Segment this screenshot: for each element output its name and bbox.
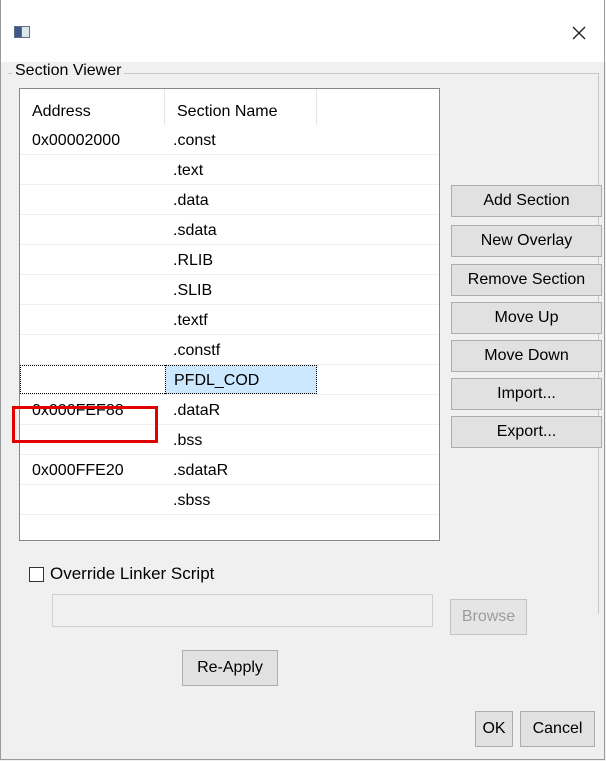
section-name-cell: .sdataR bbox=[173, 462, 229, 479]
empty-cell bbox=[317, 365, 439, 394]
address-cell: 0x000FFE20 bbox=[32, 462, 124, 479]
table-row[interactable]: .text bbox=[20, 155, 439, 185]
ok-button[interactable]: OK bbox=[475, 711, 513, 747]
column-header-address[interactable]: Address bbox=[20, 89, 165, 125]
empty-cell bbox=[317, 275, 439, 304]
table-row[interactable]: 0x00002000 .const bbox=[20, 125, 439, 155]
empty-cell bbox=[317, 425, 439, 454]
export-button[interactable]: Export... bbox=[451, 416, 602, 448]
table-row[interactable]: 0x000FEF88 .dataR bbox=[20, 395, 439, 425]
address-cell bbox=[20, 425, 165, 454]
new-overlay-button[interactable]: New Overlay bbox=[451, 225, 602, 257]
table-row[interactable]: .sbss bbox=[20, 485, 439, 515]
section-name-cell: .constf bbox=[173, 342, 221, 359]
table-row[interactable]: .RLIB bbox=[20, 245, 439, 275]
override-linker-script-option[interactable]: Override Linker Script bbox=[29, 563, 214, 585]
section-name-cell: .dataR bbox=[173, 402, 221, 419]
section-name-cell: .const bbox=[173, 132, 216, 149]
section-name-cell: PFDL_COD bbox=[165, 365, 317, 394]
column-header-empty[interactable] bbox=[317, 89, 439, 125]
empty-cell bbox=[317, 455, 439, 484]
table-row[interactable]: .SLIB bbox=[20, 275, 439, 305]
address-cell bbox=[20, 485, 165, 514]
import-button[interactable]: Import... bbox=[451, 378, 602, 410]
list-header: Address Section Name bbox=[20, 89, 439, 125]
table-row[interactable]: PFDL_COD bbox=[20, 365, 439, 395]
address-cell bbox=[20, 335, 165, 364]
empty-cell bbox=[317, 245, 439, 274]
address-cell bbox=[20, 305, 165, 334]
table-row[interactable]: .sdata bbox=[20, 215, 439, 245]
address-cell bbox=[20, 245, 165, 274]
empty-cell bbox=[317, 215, 439, 244]
address-cell bbox=[20, 365, 165, 394]
re-apply-button[interactable]: Re-Apply bbox=[182, 650, 278, 686]
address-cell: 0x000FEF88 bbox=[32, 402, 124, 419]
address-cell bbox=[20, 215, 165, 244]
section-name-cell: .text bbox=[173, 162, 204, 179]
move-up-button[interactable]: Move Up bbox=[451, 302, 602, 334]
table-row[interactable]: .textf bbox=[20, 305, 439, 335]
empty-cell bbox=[317, 335, 439, 364]
remove-section-button[interactable]: Remove Section bbox=[451, 264, 602, 296]
address-cell: 0x00002000 bbox=[32, 132, 121, 149]
column-header-section-name[interactable]: Section Name bbox=[165, 89, 317, 125]
section-name-cell: .data bbox=[173, 192, 209, 209]
section-name-cell: .sbss bbox=[173, 492, 211, 509]
section-list[interactable]: Address Section Name 0x00002000 .const .te… bbox=[19, 88, 440, 541]
cancel-button[interactable]: Cancel bbox=[520, 711, 595, 747]
list-rows: 0x00002000 .const .text .data .sdata .RLIB .SL… bbox=[20, 125, 439, 515]
address-cell bbox=[20, 185, 165, 214]
empty-cell bbox=[317, 155, 439, 184]
empty-cell bbox=[317, 305, 439, 334]
table-row[interactable]: 0x000FFE20 .sdataR bbox=[20, 455, 439, 485]
section-name-cell: .textf bbox=[173, 312, 208, 329]
table-row[interactable]: .bss bbox=[20, 425, 439, 455]
table-row[interactable]: .data bbox=[20, 185, 439, 215]
browse-button[interactable]: Browse bbox=[450, 599, 527, 635]
empty-cell bbox=[317, 485, 439, 514]
section-name-cell: .SLIB bbox=[173, 282, 213, 299]
section-name-cell: .RLIB bbox=[173, 252, 214, 269]
add-section-button[interactable]: Add Section bbox=[451, 185, 602, 217]
address-cell bbox=[20, 155, 165, 184]
override-linker-script-checkbox[interactable] bbox=[29, 566, 44, 582]
move-down-button[interactable]: Move Down bbox=[451, 340, 602, 372]
empty-cell bbox=[317, 125, 439, 154]
override-linker-script-label: Override Linker Script bbox=[50, 564, 215, 583]
empty-cell bbox=[317, 185, 439, 214]
linker-script-path-input[interactable] bbox=[52, 594, 433, 627]
section-viewer-label: Section Viewer bbox=[12, 62, 125, 80]
address-cell bbox=[20, 275, 165, 304]
table-row[interactable]: .constf bbox=[20, 335, 439, 365]
empty-cell bbox=[317, 395, 439, 424]
section-name-cell: .sdata bbox=[173, 222, 217, 239]
section-name-cell: .bss bbox=[173, 432, 203, 449]
